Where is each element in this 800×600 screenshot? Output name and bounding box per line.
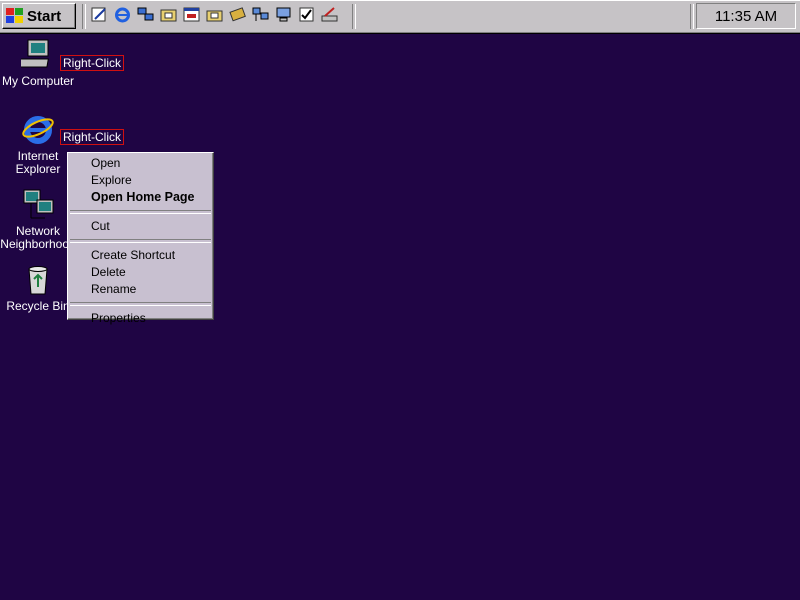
checklist-icon[interactable] <box>297 5 316 24</box>
taskbar-separator <box>690 4 694 29</box>
menu-separator <box>70 302 211 306</box>
internet-explorer-icon <box>21 113 55 147</box>
right-click-hint: Right-Click <box>60 129 125 145</box>
network-neighborhood-desktop-icon[interactable]: Network Neighborhood <box>0 188 76 251</box>
monitor-icon[interactable] <box>274 5 293 24</box>
tools-icon[interactable] <box>228 5 247 24</box>
quick-launch-bar <box>90 5 339 24</box>
menu-item-open[interactable]: Open <box>68 155 213 172</box>
computer-icon <box>18 38 55 72</box>
network-icon[interactable] <box>136 5 155 24</box>
menu-item-open-home-page[interactable]: Open Home Page <box>68 189 213 206</box>
right-click-hint: Right-Click <box>60 55 125 71</box>
folder-image-icon[interactable] <box>159 5 178 24</box>
menu-item-properties[interactable]: Properties <box>68 310 213 327</box>
taskbar-separator <box>82 4 86 29</box>
drafting-icon[interactable] <box>320 5 339 24</box>
menu-item-explore[interactable]: Explore <box>68 172 213 189</box>
taskbar: Start 11:35 AM <box>0 0 800 34</box>
menu-item-rename[interactable]: Rename <box>68 281 213 298</box>
menu-separator <box>70 239 211 243</box>
recycle-bin-icon <box>21 263 55 297</box>
clock[interactable]: 11:35 AM <box>696 3 796 29</box>
computer-network-icon[interactable] <box>251 5 270 24</box>
recycle-bin-desktop-icon[interactable]: Recycle Bin <box>0 263 76 313</box>
menu-item-create-shortcut[interactable]: Create Shortcut <box>68 247 213 264</box>
start-label: Start <box>27 7 62 25</box>
start-button[interactable]: Start <box>2 3 76 29</box>
menu-item-delete[interactable]: Delete <box>68 264 213 281</box>
taskbar-separator <box>352 4 356 29</box>
internet-explorer-label-line2: Explorer <box>15 162 61 176</box>
windows-flag-icon <box>6 8 24 24</box>
window-icon[interactable] <box>182 5 201 24</box>
menu-item-cut[interactable]: Cut <box>68 218 213 235</box>
context-menu: Open Explore Open Home Page Cut Create S… <box>67 152 214 325</box>
network-neighborhood-label-line2: Neighborhood <box>0 237 76 251</box>
menu-separator <box>70 210 211 214</box>
recycle-bin-label: Recycle Bin <box>6 299 70 313</box>
network-neighborhood-icon <box>21 188 55 222</box>
edit-icon[interactable] <box>90 5 109 24</box>
folder-icon[interactable] <box>205 5 224 24</box>
ie-icon[interactable] <box>113 5 132 24</box>
my-computer-label: My Computer <box>1 74 75 88</box>
